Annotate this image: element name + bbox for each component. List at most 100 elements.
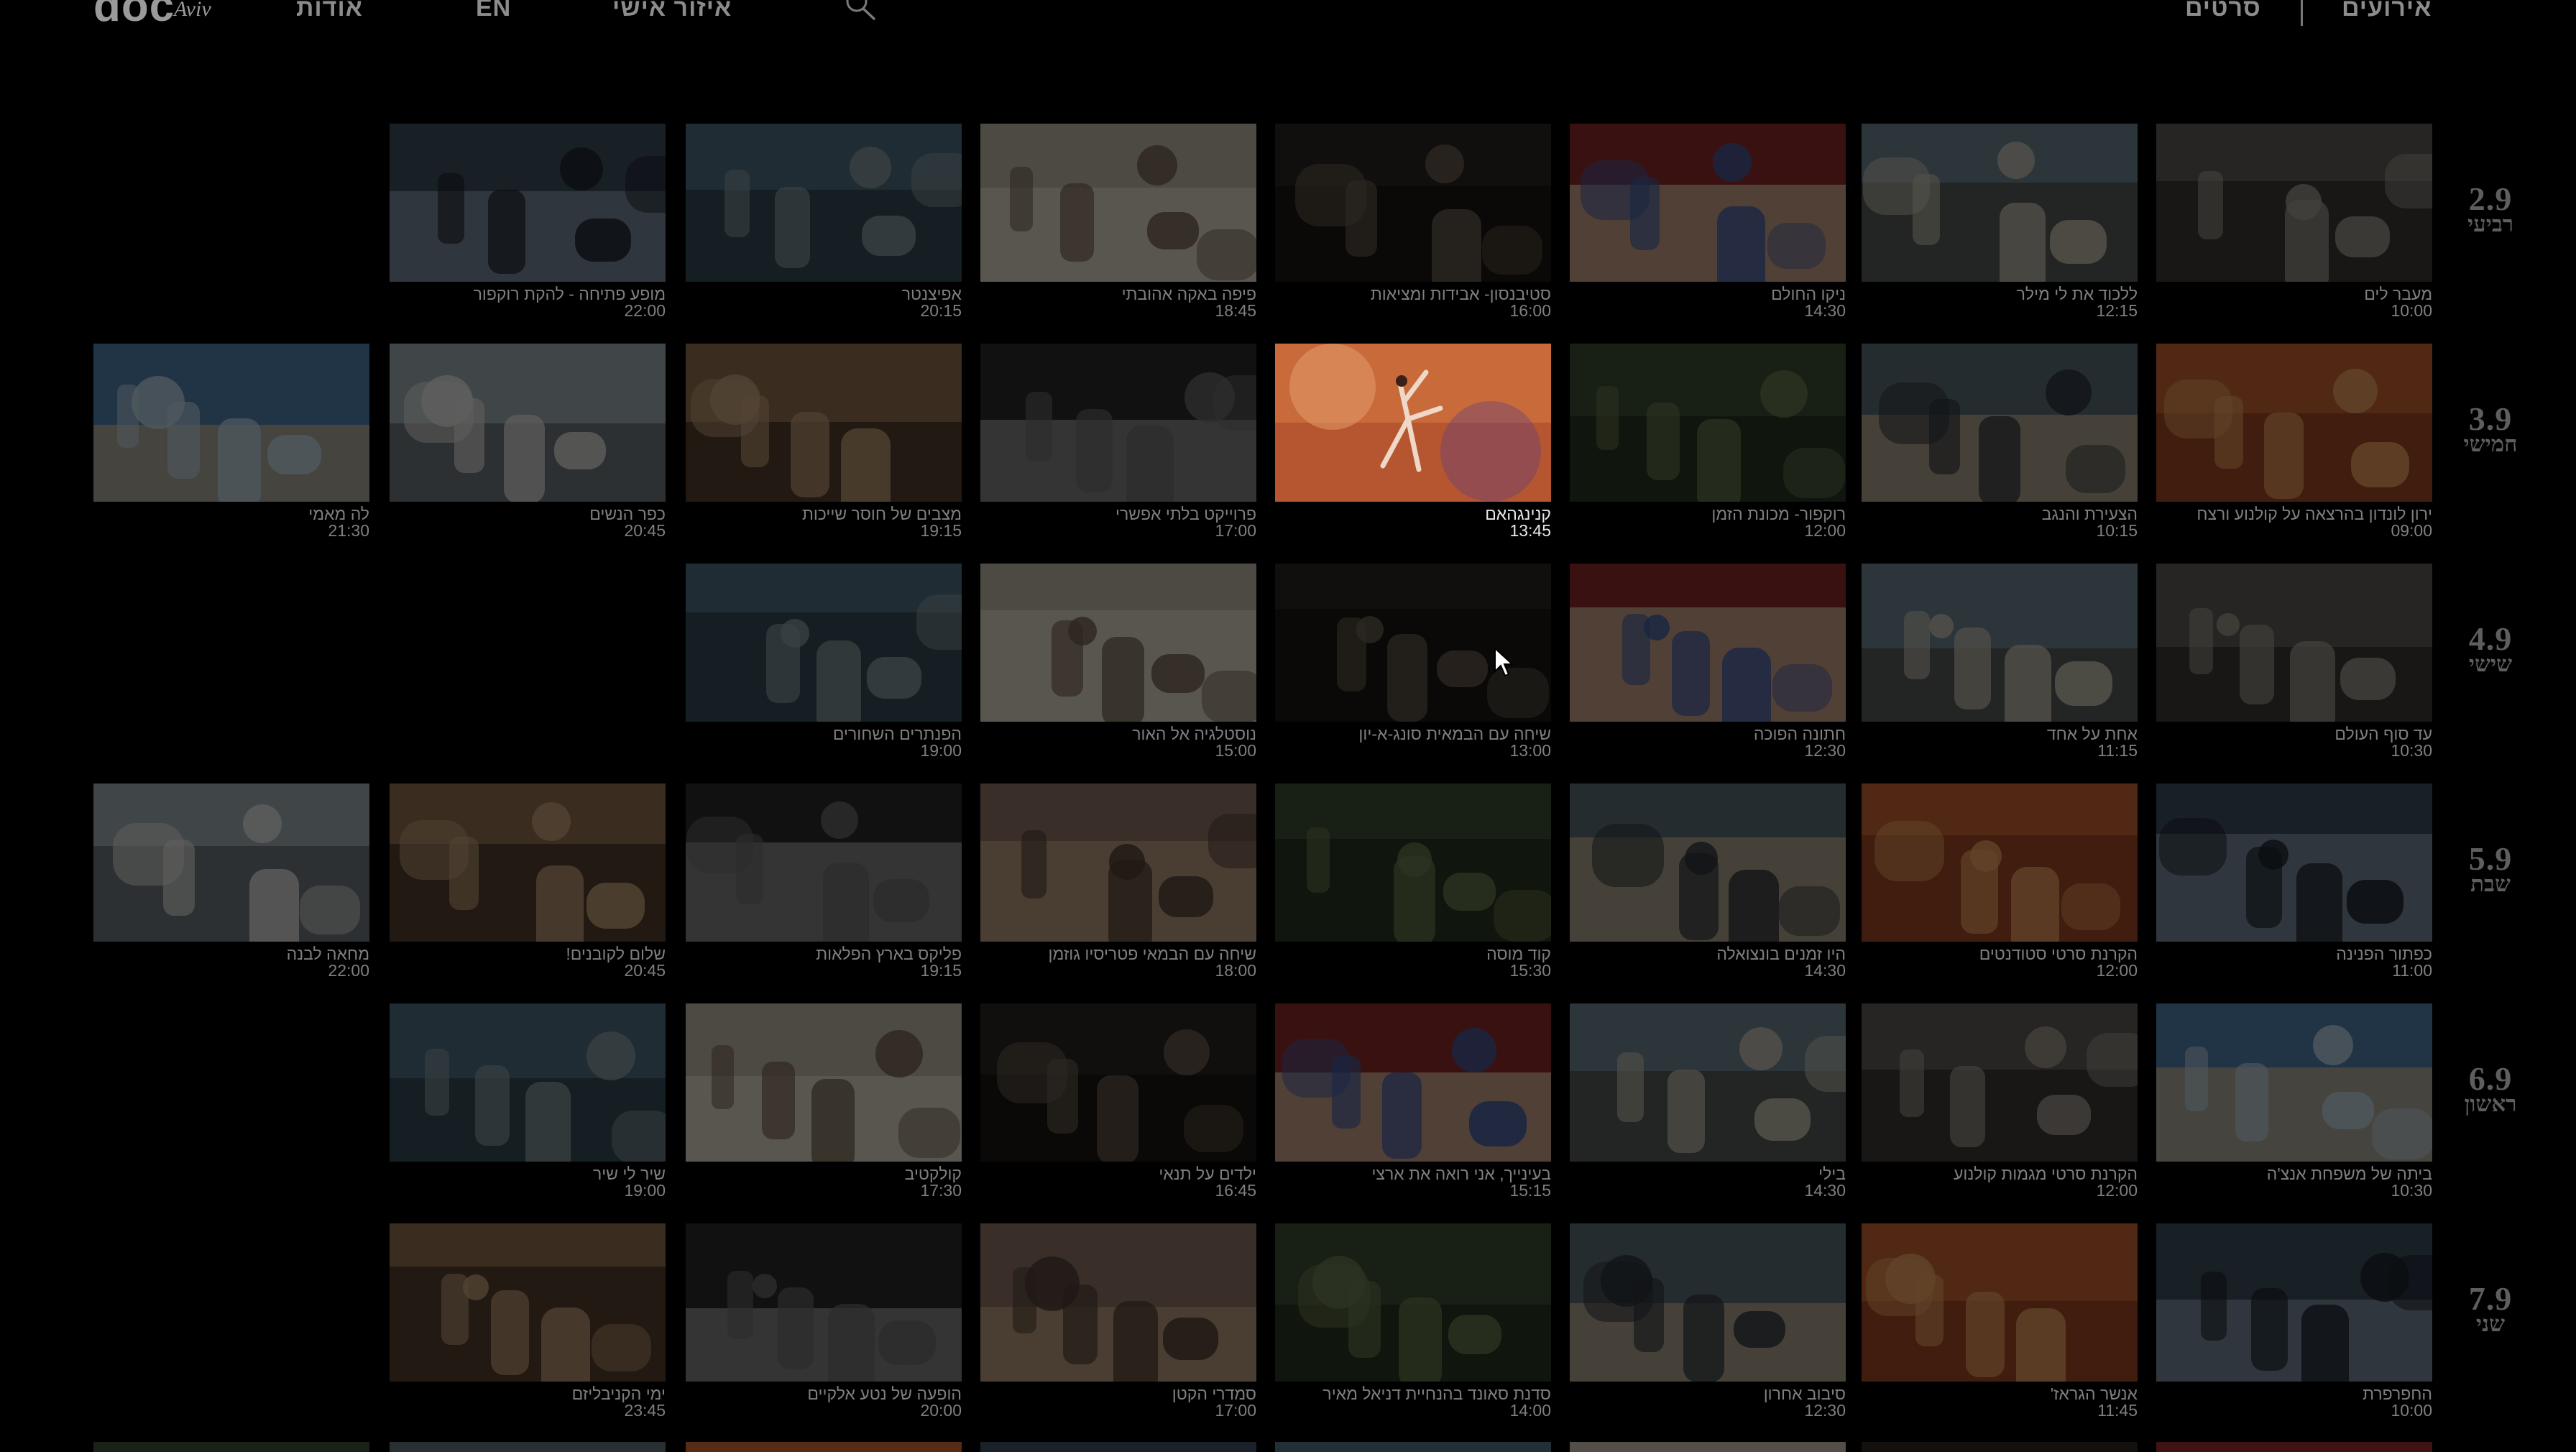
film-thumbnail[interactable] bbox=[2156, 124, 2432, 282]
nav-language-en[interactable]: EN bbox=[476, 0, 511, 20]
film-card[interactable]: בילי 14:30 bbox=[1570, 1003, 1846, 1200]
film-thumbnail-partial[interactable] bbox=[1275, 1442, 1551, 1452]
film-card[interactable]: הקרנת סרטי סטודנטים 12:00 bbox=[1862, 784, 2138, 980]
film-title[interactable]: שיחה עם הבמאי פטריסיו גוזמן bbox=[980, 946, 1256, 962]
film-card[interactable]: פליקס בארץ הפלאות 19:15 bbox=[686, 784, 962, 980]
film-card[interactable]: הפנתרים השחורים 19:00 bbox=[686, 564, 962, 760]
film-card[interactable]: שלום לקובנים! 20:45 bbox=[390, 784, 666, 980]
film-thumbnail[interactable] bbox=[686, 784, 962, 942]
film-title[interactable]: סמדרי הקטן bbox=[980, 1386, 1256, 1402]
film-thumbnail[interactable] bbox=[1862, 344, 2138, 502]
film-card[interactable]: הקרנת סרטי מגמות קולנוע 12:00 bbox=[1862, 1003, 2138, 1200]
film-thumbnail[interactable] bbox=[1275, 784, 1551, 942]
film-card[interactable]: לה מאמי 21:30 bbox=[93, 344, 369, 540]
film-thumbnail-partial[interactable] bbox=[1862, 1442, 2138, 1452]
film-card[interactable]: סטיבנסון- אבידות ומציאות 16:00 bbox=[1275, 124, 1551, 320]
film-thumbnail[interactable] bbox=[1570, 344, 1846, 502]
film-thumbnail-partial[interactable] bbox=[980, 1442, 1256, 1452]
film-card[interactable]: חתונה הפוכה 12:30 bbox=[1570, 564, 1846, 760]
film-title[interactable]: שיר לי שיר bbox=[390, 1166, 666, 1182]
film-thumbnail[interactable] bbox=[686, 1223, 962, 1382]
film-thumbnail[interactable] bbox=[980, 124, 1256, 282]
film-card[interactable]: מחאה לבנה 22:00 bbox=[93, 784, 369, 980]
film-card[interactable]: פרוייקט בלתי אפשרי 17:00 bbox=[980, 344, 1256, 540]
logo[interactable]: doc bbox=[93, 0, 175, 29]
film-thumbnail[interactable] bbox=[2156, 564, 2432, 722]
film-title[interactable]: סטיבנסון- אבידות ומציאות bbox=[1275, 286, 1551, 303]
film-thumbnail[interactable] bbox=[980, 1223, 1256, 1382]
nav-films[interactable]: סרטים bbox=[2185, 0, 2261, 20]
film-card[interactable]: סדנת סאונד בהנחיית דניאל מאיר 14:00 bbox=[1275, 1223, 1551, 1420]
film-title[interactable]: מחאה לבנה bbox=[93, 946, 369, 962]
film-thumbnail[interactable] bbox=[390, 344, 666, 502]
film-card[interactable]: ביתה של משפחת אנצ'ה 10:30 bbox=[2156, 1003, 2432, 1200]
nav-about[interactable]: אודות bbox=[296, 0, 363, 20]
film-thumbnail-partial[interactable] bbox=[390, 1442, 666, 1452]
film-thumbnail[interactable] bbox=[1275, 344, 1551, 502]
film-card[interactable]: רוקפור- מכונת הזמן 12:00 bbox=[1570, 344, 1846, 540]
film-thumbnail[interactable] bbox=[2156, 1003, 2432, 1162]
film-title[interactable]: הקרנת סרטי מגמות קולנוע bbox=[1862, 1166, 2138, 1182]
film-thumbnail[interactable] bbox=[686, 1003, 962, 1162]
film-title[interactable]: קולקטיב bbox=[686, 1166, 962, 1182]
film-title[interactable]: ביתה של משפחת אנצ'ה bbox=[2156, 1166, 2432, 1182]
film-card[interactable]: אחת על אחד 11:15 bbox=[1862, 564, 2138, 760]
film-thumbnail[interactable] bbox=[390, 124, 666, 282]
film-title[interactable]: אנשר הגראז' bbox=[1862, 1386, 2138, 1402]
film-thumbnail[interactable] bbox=[1862, 564, 2138, 722]
film-card[interactable]: ירון לונדון בהרצאה על קולנוע ורצח 09:00 bbox=[2156, 344, 2432, 540]
film-card[interactable]: ימי הקניבליזם 23:45 bbox=[390, 1223, 666, 1420]
film-title[interactable]: מופע פתיחה - להקת רוקפור bbox=[390, 286, 666, 303]
film-title[interactable]: כפר הנשים bbox=[390, 506, 666, 523]
film-thumbnail-partial[interactable] bbox=[93, 1442, 369, 1452]
film-title[interactable]: הקרנת סרטי סטודנטים bbox=[1862, 946, 2138, 962]
search-icon[interactable] bbox=[838, 0, 881, 23]
film-thumbnail[interactable] bbox=[2156, 344, 2432, 502]
film-title[interactable]: קוד מוסה bbox=[1275, 946, 1551, 962]
film-title[interactable]: שלום לקובנים! bbox=[390, 946, 666, 962]
film-title[interactable]: שיחה עם הבמאית סונג-א-יון bbox=[1275, 726, 1551, 743]
film-title[interactable]: היו זמנים בונצואלה bbox=[1570, 946, 1846, 962]
film-title[interactable]: חתונה הפוכה bbox=[1570, 726, 1846, 743]
film-thumbnail[interactable] bbox=[93, 344, 369, 502]
film-thumbnail[interactable] bbox=[93, 784, 369, 942]
film-thumbnail-partial[interactable] bbox=[1570, 1442, 1846, 1452]
film-thumbnail[interactable] bbox=[390, 1223, 666, 1382]
film-thumbnail[interactable] bbox=[1275, 1223, 1551, 1382]
nav-events[interactable]: אירועים bbox=[2342, 0, 2432, 20]
film-card[interactable]: כפתור הפנינה 11:00 bbox=[2156, 784, 2432, 980]
film-card[interactable]: שיר לי שיר 19:00 bbox=[390, 1003, 666, 1200]
film-card[interactable]: אנשר הגראז' 11:45 bbox=[1862, 1223, 2138, 1420]
film-thumbnail[interactable] bbox=[980, 344, 1256, 502]
film-card[interactable]: מופע פתיחה - להקת רוקפור 22:00 bbox=[390, 124, 666, 320]
film-title[interactable]: הופעה של נטע אלקיים bbox=[686, 1386, 962, 1402]
film-thumbnail[interactable] bbox=[390, 784, 666, 942]
film-thumbnail[interactable] bbox=[1570, 124, 1846, 282]
film-card[interactable]: החפרפרת 10:00 bbox=[2156, 1223, 2432, 1420]
film-card[interactable]: הופעה של נטע אלקיים 20:00 bbox=[686, 1223, 962, 1420]
film-card[interactable]: ללכוד את לי מילר 12:15 bbox=[1862, 124, 2138, 320]
film-thumbnail[interactable] bbox=[686, 564, 962, 722]
film-title[interactable]: סיבוב אחרון bbox=[1570, 1386, 1846, 1402]
film-title[interactable]: לה מאמי bbox=[93, 506, 369, 523]
film-title[interactable]: עד סוף העולם bbox=[2156, 726, 2432, 743]
film-thumbnail[interactable] bbox=[686, 344, 962, 502]
film-card[interactable]: היו זמנים בונצואלה 14:30 bbox=[1570, 784, 1846, 980]
film-card[interactable]: נוסטלגיה אל האור 15:00 bbox=[980, 564, 1256, 760]
film-title[interactable]: סדנת סאונד בהנחיית דניאל מאיר bbox=[1275, 1386, 1551, 1402]
film-thumbnail[interactable] bbox=[2156, 1223, 2432, 1382]
film-title[interactable]: הפנתרים השחורים bbox=[686, 726, 962, 743]
film-thumbnail[interactable] bbox=[1862, 1003, 2138, 1162]
film-title[interactable]: ילדים על תנאי bbox=[980, 1166, 1256, 1182]
film-title[interactable]: נוסטלגיה אל האור bbox=[980, 726, 1256, 743]
film-title[interactable]: הצעירת והנגב bbox=[1862, 506, 2138, 523]
film-card[interactable]: קוד מוסה 15:30 bbox=[1275, 784, 1551, 980]
film-title[interactable]: מצבים של חוסר שייכות bbox=[686, 506, 962, 523]
film-card[interactable]: כפר הנשים 20:45 bbox=[390, 344, 666, 540]
film-title[interactable]: רוקפור- מכונת הזמן bbox=[1570, 506, 1846, 523]
film-title[interactable]: החפרפרת bbox=[2156, 1386, 2432, 1402]
film-thumbnail[interactable] bbox=[1862, 124, 2138, 282]
film-thumbnail-partial[interactable] bbox=[2156, 1442, 2432, 1452]
film-card[interactable]: פיפה באקה אהובתי 18:45 bbox=[980, 124, 1256, 320]
film-title[interactable]: בילי bbox=[1570, 1166, 1846, 1182]
